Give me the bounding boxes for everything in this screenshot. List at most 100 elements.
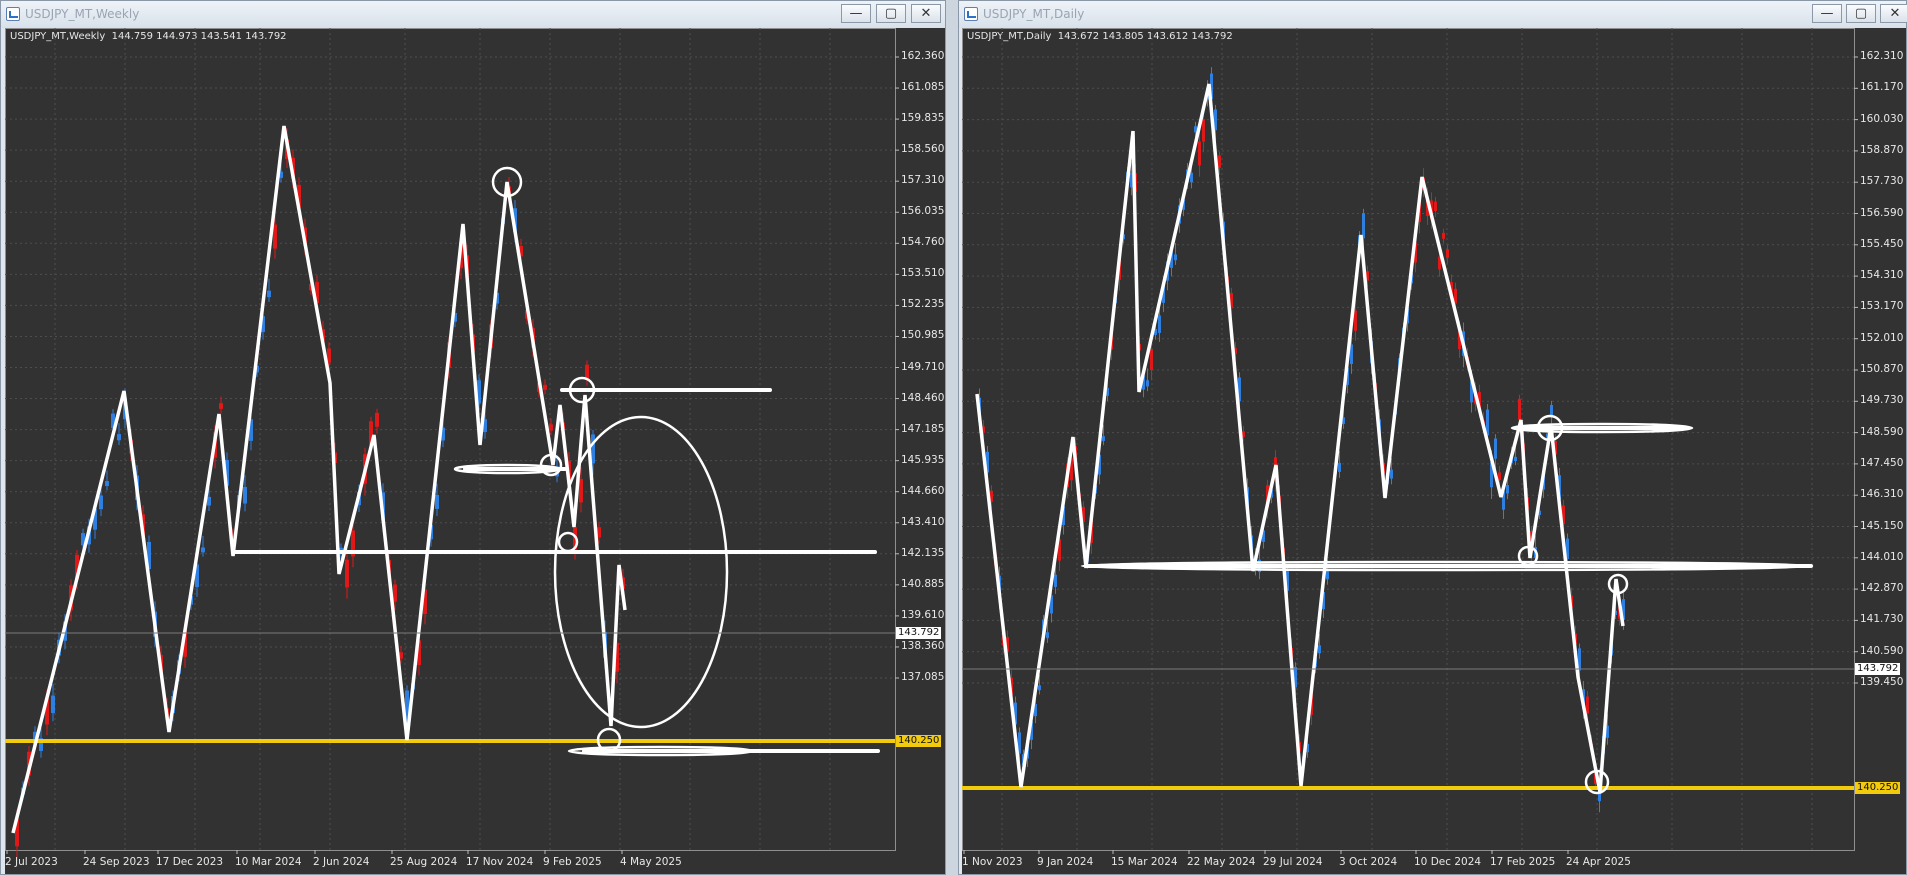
bullish-candle (1338, 462, 1341, 472)
support-price-tag: 140.250 (1855, 782, 1901, 794)
price-axis-label: 162.360 (901, 50, 945, 62)
time-axis-label: 22 May 2024 (1187, 856, 1256, 868)
bullish-candle (1174, 254, 1177, 261)
price-axis-label: 153.170 (1860, 300, 1904, 313)
price-axis-label: 144.010 (1860, 550, 1904, 563)
bullish-candle (243, 486, 247, 504)
maximize-button[interactable]: ▢ (876, 4, 906, 23)
time-axis-label: 2 Jun 2024 (313, 856, 370, 868)
price-axis-label: 142.135 (901, 546, 945, 559)
bullish-candle (1318, 645, 1321, 654)
close-button[interactable]: ✕ (911, 4, 941, 23)
price-axis-label: 149.710 (901, 360, 945, 373)
daily-chart-area[interactable]: USDJPY_MT,Daily 143.672 143.805 143.612 … (962, 28, 1906, 874)
weekly-chart-window[interactable]: USDJPY_MT,Weekly — ▢ ✕ USDJPY_MT,Weekly … (0, 0, 946, 875)
price-axis-label: 159.835 (901, 112, 945, 125)
bullish-candle (1390, 469, 1393, 479)
current-price-tag: 143.792 (1855, 663, 1901, 675)
bearish-candle (219, 403, 223, 409)
weekly-price-chart[interactable] (5, 28, 945, 874)
bearish-candle (1218, 155, 1221, 168)
bullish-candle (207, 496, 211, 506)
bearish-candle (345, 559, 349, 588)
plot-frame (5, 28, 896, 851)
maximize-button[interactable]: ▢ (1846, 4, 1876, 23)
time-axis-label: 17 Nov 2024 (466, 856, 534, 868)
time-axis-label: 3 Oct 2024 (1339, 856, 1398, 868)
bearish-candle (1518, 398, 1521, 420)
zigzag-trendline (11, 125, 627, 834)
price-axis-label: 154.760 (901, 236, 945, 249)
bearish-candle (585, 364, 589, 379)
price-axis-label: 156.590 (1860, 206, 1904, 219)
price-axis-label: 154.310 (1860, 269, 1904, 282)
price-axis-label: 143.410 (901, 515, 945, 528)
bearish-candle (375, 412, 379, 427)
time-axis-label: 1 Nov 2023 (962, 856, 1023, 868)
current-price-tag: 143.792 (896, 627, 942, 639)
bullish-candle (105, 481, 109, 487)
bearish-candle (1354, 310, 1357, 331)
price-axis-label: 158.870 (1860, 143, 1904, 156)
bullish-candle (1102, 436, 1105, 441)
support-price-tag: 140.250 (896, 735, 942, 747)
price-axis-label: 148.460 (901, 391, 945, 404)
price-axis-label: 146.310 (1860, 488, 1904, 501)
bearish-candle (1198, 141, 1201, 166)
bullish-candle (51, 695, 55, 714)
daily-chart-window[interactable]: USDJPY_MT,Daily — ▢ ✕ USDJPY_MT,Daily 14… (958, 0, 1907, 875)
time-axis-label: 17 Feb 2025 (1490, 856, 1556, 868)
weekly-chart-area[interactable]: USDJPY_MT,Weekly 144.759 144.973 143.541… (5, 28, 945, 874)
price-axis-label: 157.310 (901, 174, 945, 187)
price-axis-label: 140.885 (901, 577, 945, 590)
zigzag-trendline (975, 83, 1625, 793)
price-axis-label: 152.235 (901, 298, 945, 311)
price-axis-label: 161.085 (901, 81, 945, 94)
target-zone-ellipse (553, 415, 729, 729)
bearish-candle (393, 584, 397, 602)
bullish-candle (117, 434, 121, 441)
price-axis-label: 155.450 (1860, 237, 1904, 250)
price-axis-label: 150.870 (1860, 363, 1904, 375)
bullish-candle (1326, 571, 1329, 580)
bullish-candle (201, 547, 205, 553)
bullish-candle (1054, 574, 1057, 587)
minimize-button[interactable]: — (841, 4, 871, 23)
price-axis-label: 148.590 (1860, 425, 1904, 438)
bearish-candle (1202, 118, 1205, 142)
bullish-candle (1046, 632, 1049, 639)
bullish-candle (1494, 438, 1497, 459)
price-axis-label: 144.660 (901, 484, 945, 497)
price-axis-label: 145.150 (1860, 519, 1904, 532)
price-axis-label: 153.510 (901, 267, 945, 280)
close-button[interactable]: ✕ (1880, 4, 1907, 23)
price-axis-label: 150.985 (901, 329, 945, 342)
time-axis-label: 24 Sep 2023 (83, 856, 150, 868)
bullish-candle (1038, 685, 1041, 691)
price-axis-label: 145.935 (901, 453, 945, 466)
price-axis-label: 157.730 (1860, 175, 1904, 188)
price-axis-label: 142.870 (1860, 582, 1904, 595)
time-axis-label: 17 Dec 2023 (156, 856, 224, 868)
chart-window-icon (964, 7, 978, 21)
bearish-candle (543, 384, 547, 390)
price-axis-label: 147.185 (901, 422, 945, 435)
time-axis-label: 10 Dec 2024 (1414, 856, 1482, 868)
bullish-candle (1506, 485, 1509, 494)
title-bar[interactable]: USDJPY_MT,Weekly — ▢ ✕ (1, 1, 945, 28)
price-axis-label: 147.450 (1860, 456, 1904, 469)
bullish-candle (435, 494, 439, 509)
plot-frame (962, 28, 1855, 851)
bearish-candle (549, 424, 553, 431)
time-axis-label: 4 May 2025 (620, 856, 682, 868)
time-axis-label: 24 Apr 2025 (1566, 856, 1631, 868)
minimize-button[interactable]: — (1812, 4, 1842, 23)
bullish-candle (99, 495, 103, 510)
title-bar[interactable]: USDJPY_MT,Daily — ▢ ✕ (959, 1, 1907, 28)
daily-price-chart[interactable] (962, 28, 1906, 874)
price-axis-label: 138.360 (901, 639, 945, 652)
price-axis-label: 137.085 (901, 671, 945, 683)
time-axis-label: 10 Mar 2024 (235, 856, 302, 868)
chart-window-icon (6, 7, 20, 21)
bearish-candle (1498, 472, 1501, 481)
